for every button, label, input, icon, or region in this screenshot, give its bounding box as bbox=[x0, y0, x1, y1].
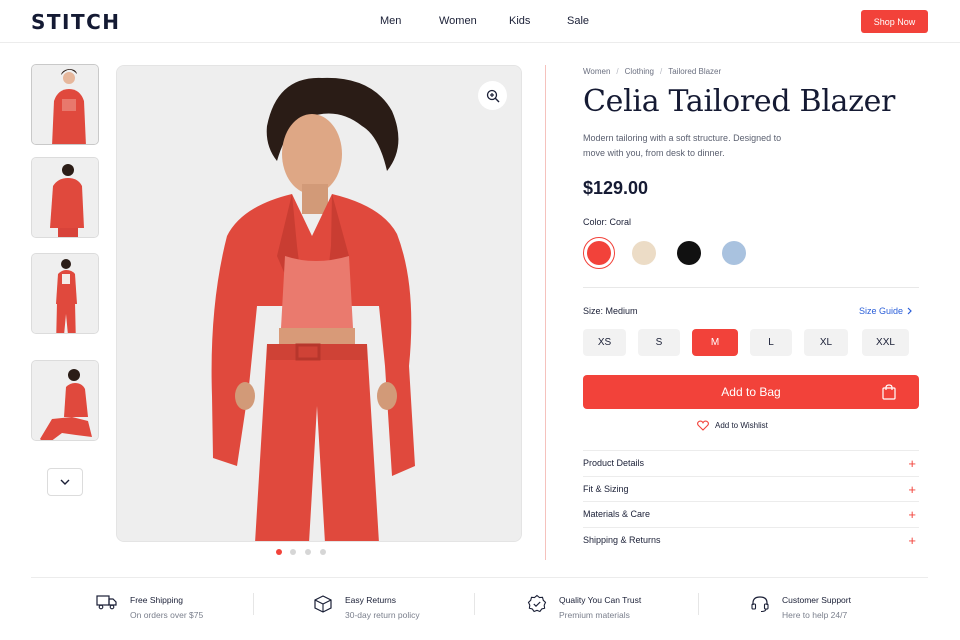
badge-icon bbox=[527, 594, 547, 613]
section-divider bbox=[583, 287, 919, 288]
thumbnail-seated[interactable] bbox=[31, 360, 99, 441]
breadcrumb-clothing[interactable]: Clothing bbox=[625, 67, 654, 76]
accordion-shipping-returns[interactable]: Shipping & Returns + bbox=[583, 527, 919, 552]
feature-easy-returns: Easy Returns 30-day return policy bbox=[313, 594, 420, 620]
feature-free-shipping: Free Shipping On orders over $75 bbox=[96, 594, 203, 620]
size-button-m[interactable]: M bbox=[692, 329, 738, 356]
feature-title: Quality You Can Trust bbox=[559, 595, 642, 605]
accordion-label: Product Details bbox=[583, 458, 645, 468]
product-description: Modern tailoring with a soft structure. … bbox=[583, 133, 782, 158]
product-title: Celia Tailored Blazer bbox=[583, 84, 896, 119]
thumbnail-front[interactable] bbox=[31, 64, 99, 145]
headset-icon bbox=[751, 596, 769, 613]
color-swatch-blue[interactable] bbox=[722, 241, 746, 265]
size-label: Size: Medium bbox=[583, 306, 638, 316]
breadcrumb-current[interactable]: Tailored Blazer bbox=[668, 67, 721, 76]
shop-now-button[interactable]: Shop Now bbox=[861, 10, 928, 33]
carousel-dot-2[interactable] bbox=[290, 549, 296, 555]
footer-divider bbox=[31, 577, 928, 578]
main-product-image[interactable] bbox=[116, 65, 522, 542]
color-label: Color: Coral bbox=[583, 217, 632, 227]
chevron-right-icon bbox=[907, 307, 912, 315]
add-to-bag-button[interactable]: Add to Bag bbox=[583, 375, 919, 409]
thumbnails-scroll-down-button[interactable] bbox=[47, 468, 83, 496]
color-swatch-coral[interactable] bbox=[587, 241, 611, 265]
feature-title: Easy Returns bbox=[345, 595, 397, 605]
logo[interactable]: STITCH bbox=[31, 10, 121, 34]
feature-quality: Quality You Can Trust Premium materials bbox=[527, 594, 641, 620]
carousel-dot-3[interactable] bbox=[305, 549, 311, 555]
breadcrumb: Women / Clothing / Tailored Blazer bbox=[583, 67, 722, 76]
product-photo bbox=[117, 66, 521, 541]
product-price: $129.00 bbox=[583, 178, 649, 198]
size-button-xs[interactable]: XS bbox=[583, 329, 626, 356]
plus-icon: + bbox=[908, 481, 916, 497]
zoom-in-icon bbox=[486, 89, 499, 102]
add-to-bag-label: Add to Bag bbox=[721, 385, 781, 399]
feature-subtitle: Here to help 24/7 bbox=[782, 610, 848, 620]
accordion-materials-care[interactable]: Materials & Care + bbox=[583, 501, 919, 526]
nav-sale[interactable]: Sale bbox=[567, 15, 589, 27]
accordion-fit-sizing[interactable]: Fit & Sizing + bbox=[583, 476, 919, 501]
accordion-product-details[interactable]: Product Details + bbox=[583, 450, 919, 475]
carousel-dot-4[interactable] bbox=[320, 549, 326, 555]
feature-subtitle: 30-day return policy bbox=[345, 610, 420, 620]
vertical-divider bbox=[545, 65, 546, 560]
box-icon bbox=[314, 595, 332, 613]
color-swatch-black[interactable] bbox=[677, 241, 701, 265]
site-header: STITCH Men Women Kids Sale Shop Now bbox=[0, 0, 960, 43]
shopping-bag-icon bbox=[882, 384, 896, 400]
chevron-down-icon bbox=[60, 479, 70, 485]
feature-subtitle: On orders over $75 bbox=[130, 610, 204, 620]
size-guide-label: Size Guide bbox=[859, 306, 904, 316]
thumbnail-full-length[interactable] bbox=[31, 253, 99, 334]
breadcrumb-women[interactable]: Women bbox=[583, 67, 610, 76]
thumbnail-back[interactable] bbox=[31, 157, 99, 238]
feature-title: Customer Support bbox=[782, 595, 851, 605]
product-photo-thumbnail bbox=[32, 361, 98, 440]
heart-icon bbox=[697, 420, 709, 431]
accordion-label: Fit & Sizing bbox=[583, 484, 629, 494]
product-photo-thumbnail bbox=[32, 254, 98, 333]
plus-icon: + bbox=[908, 532, 916, 548]
wishlist-label: Add to Wishlist bbox=[715, 421, 768, 430]
size-button-l[interactable]: L bbox=[750, 329, 792, 356]
color-swatch-beige[interactable] bbox=[632, 241, 656, 265]
truck-icon bbox=[96, 595, 117, 610]
feature-subtitle: Premium materials bbox=[559, 610, 630, 620]
plus-icon: + bbox=[908, 455, 916, 471]
add-to-wishlist-link[interactable]: Add to Wishlist bbox=[697, 420, 768, 431]
product-photo-thumbnail bbox=[32, 65, 98, 144]
nav-women[interactable]: Women bbox=[439, 15, 477, 27]
size-button-xl[interactable]: XL bbox=[804, 329, 848, 356]
size-guide-link[interactable]: Size Guide bbox=[859, 306, 912, 316]
accordion-label: Shipping & Returns bbox=[583, 535, 661, 545]
accordion-label: Materials & Care bbox=[583, 509, 651, 519]
nav-kids[interactable]: Kids bbox=[509, 15, 530, 27]
size-button-s[interactable]: S bbox=[638, 329, 680, 356]
plus-icon: + bbox=[908, 506, 916, 522]
nav-men[interactable]: Men bbox=[380, 15, 401, 27]
carousel-dot-1[interactable] bbox=[276, 549, 282, 555]
zoom-button[interactable] bbox=[478, 81, 507, 110]
feature-customer-support: Customer Support Here to help 24/7 bbox=[750, 594, 851, 620]
size-button-xxl[interactable]: XXL bbox=[862, 329, 909, 356]
product-photo-thumbnail bbox=[32, 158, 98, 237]
feature-title: Free Shipping bbox=[130, 595, 183, 605]
